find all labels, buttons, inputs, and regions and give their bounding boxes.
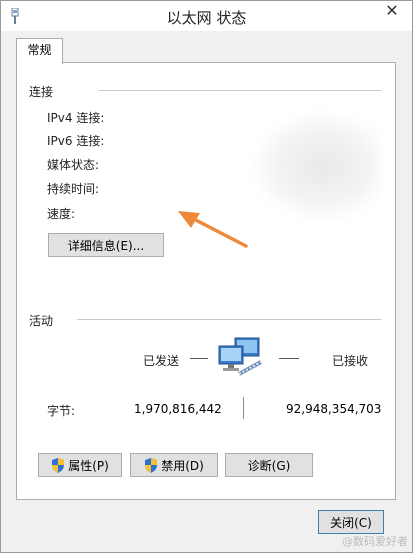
ipv6-connectivity-label: IPv6 连接: [47, 134, 105, 148]
arrow-annotation [178, 211, 248, 248]
speed-label: 速度: [47, 207, 76, 221]
activity-divider [243, 397, 244, 419]
bytes-label: 字节: [47, 404, 76, 418]
properties-button-label: 属性(P) [68, 458, 109, 473]
window-close-button[interactable]: ✕ [380, 2, 404, 20]
duration-label: 持续时间: [47, 182, 100, 196]
ethernet-status-window: 以太网 状态 ✕ 常规 连接 IPv4 连接: IPv6 连接: 媒体状态: 持… [0, 0, 413, 553]
bytes-received-value: 92,948,354,703 [286, 402, 382, 416]
blurred-values [251, 111, 381, 221]
tab-general[interactable]: 常规 [16, 38, 63, 64]
network-activity-icon [218, 337, 262, 376]
window-title: 以太网 状态 [166, 9, 247, 27]
connection-group-divider [99, 90, 381, 91]
ipv4-connectivity-label: IPv4 连接: [47, 111, 105, 125]
shield-icon [145, 457, 158, 473]
activity-group-divider [77, 319, 381, 320]
received-dash [279, 358, 299, 359]
disable-button-label: 禁用(D) [161, 458, 204, 473]
media-state-label: 媒体状态: [47, 158, 100, 172]
activity-group-title: 活动 [29, 314, 54, 328]
received-label: 已接收 [332, 354, 369, 368]
details-button[interactable]: 详细信息(E)... [48, 233, 164, 257]
sent-label: 已发送 [143, 354, 180, 368]
title-bar[interactable]: 以太网 状态 ✕ [1, 1, 412, 31]
close-button[interactable]: 关闭(C) [318, 510, 384, 534]
bytes-sent-value: 1,970,816,442 [134, 402, 222, 416]
diagnose-button[interactable]: 诊断(G) [225, 453, 313, 477]
properties-button[interactable]: 属性(P) [38, 453, 122, 477]
connection-group-title: 连接 [29, 85, 54, 99]
sent-dash [190, 358, 208, 359]
disable-button[interactable]: 禁用(D) [130, 453, 218, 477]
watermark: @数码爱好者 [342, 535, 408, 548]
close-icon: ✕ [385, 1, 399, 20]
shield-icon [52, 457, 65, 473]
